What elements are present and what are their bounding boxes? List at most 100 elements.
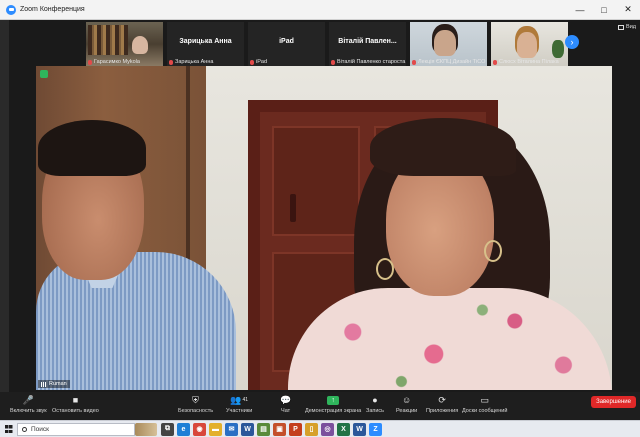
muted-mic-icon: [493, 59, 497, 65]
meeting-toolbar: 🎤 Включить звук ■ Остановить видео ⛨ Без…: [0, 392, 640, 420]
taskbar-search[interactable]: Поиск: [17, 422, 135, 436]
share-screen-label: Демонстрация экрана: [305, 408, 362, 414]
window-controls: — □ ✕: [568, 0, 640, 20]
participant-face: [132, 36, 148, 54]
earring: [376, 258, 394, 280]
participant-caption: Лекція ЄКПЦ Дизайн ТіСО: [412, 59, 485, 65]
explorer-icon[interactable]: ▬: [209, 422, 222, 436]
participant-caption: Гарасимко Mykola: [88, 59, 140, 65]
stop-video-button[interactable]: ■ Остановить видео: [52, 393, 99, 419]
participant-thumbnail[interactable]: Віталій Павлен... Віталій Павленко старо…: [329, 22, 406, 66]
excel-icon[interactable]: X: [337, 422, 350, 436]
participant-caption: iPad: [250, 59, 267, 65]
participant-caption: Зарицька Анна: [169, 59, 213, 65]
speaker-name-tag: Ruman: [38, 380, 70, 388]
encryption-shield-icon[interactable]: [40, 70, 48, 78]
participant-thumbnail[interactable]: Гарасимко Mykola: [86, 22, 163, 66]
chat-button[interactable]: 💬 Чат: [280, 393, 291, 419]
security-button[interactable]: ⛨ Безопасность: [178, 393, 213, 419]
participants-icon: 👥: [230, 394, 242, 405]
woman-hair-top: [370, 118, 516, 176]
record-label: Запись: [366, 408, 385, 414]
plant-background: [552, 40, 564, 58]
grid-view-icon: [618, 24, 625, 30]
whiteboards-label: Доски сообщений: [462, 408, 508, 414]
participants-count: 41: [242, 397, 249, 403]
taskbar-apps: ⧉ e ◉ ▬ ✉ W ▤ ▣ P ▯ ◎ X W Z: [161, 422, 382, 436]
chrome-icon[interactable]: ◉: [193, 422, 206, 436]
mail-icon[interactable]: ✉: [225, 422, 238, 436]
active-speaker-video[interactable]: Ruman: [36, 66, 612, 390]
word-icon[interactable]: W: [241, 422, 254, 436]
share-screen-button[interactable]: ↑ Демонстрация экрана: [305, 393, 361, 419]
unmute-button[interactable]: 🎤 Включить звук: [10, 393, 47, 419]
participant-name: iPad: [256, 59, 268, 65]
maximize-button[interactable]: □: [592, 0, 616, 20]
task-view-icon[interactable]: ⧉: [161, 422, 174, 436]
start-button[interactable]: [0, 421, 17, 437]
zoom-icon[interactable]: Z: [369, 422, 382, 436]
participant-caption: Віталій Павленко староста: [331, 59, 405, 65]
muted-mic-icon: [331, 59, 335, 65]
reactions-button[interactable]: ☺ Реакции: [396, 393, 417, 419]
muted-mic-icon: [412, 59, 416, 65]
participant-name: Віталій Павленко староста: [337, 59, 406, 65]
muted-microphone-icon: 🎤: [22, 394, 34, 405]
security-label: Безопасность: [178, 408, 214, 414]
desktop-edge: [0, 20, 9, 392]
close-button[interactable]: ✕: [616, 0, 640, 20]
participant-thumbnail[interactable]: Зарицька Анна Зарицька Анна: [167, 22, 244, 66]
title-bar: Zoom Конференция — □ ✕: [0, 0, 640, 20]
stop-video-label: Остановить видео: [52, 408, 99, 414]
participant-name: Лекція ЄКПЦ Дизайн ТіСО: [418, 59, 486, 65]
search-icon: [22, 426, 27, 432]
record-button[interactable]: ● Запись: [366, 393, 384, 419]
participant-name: Слюсх Віталина Пілака: [499, 59, 559, 65]
chat-label: Чат: [281, 408, 291, 414]
muted-mic-icon: [169, 59, 173, 65]
participant-thumbnail[interactable]: Слюсх Віталина Пілака: [491, 22, 568, 66]
window-title: Zoom Конференция: [20, 6, 85, 13]
news-widget[interactable]: [135, 422, 157, 436]
participant-name: Зарицька Анна: [175, 59, 214, 65]
participant-center-name: iPad: [279, 38, 294, 45]
tablet-icon[interactable]: ▯: [305, 422, 318, 436]
zoom-window: Zoom Конференция — □ ✕ Гарасимко Mykola …: [0, 0, 640, 437]
participants-icon-wrap: 👥 41: [230, 393, 248, 407]
shield-icon: ⛨: [192, 394, 199, 405]
chat-icon: 💬: [280, 394, 292, 405]
door-handle: [290, 194, 296, 222]
windows-taskbar: Поиск ⧉ e ◉ ▬ ✉ W ▤ ▣ P ▯ ◎ X W Z: [0, 420, 640, 437]
door-panel: [272, 126, 360, 236]
participant-thumbnail[interactable]: iPad iPad: [248, 22, 325, 66]
participant-thumbnail[interactable]: Лекція ЄКПЦ Дизайн ТіСО: [410, 22, 487, 66]
whiteboard-icon: ▭: [480, 394, 489, 405]
participant-face: [517, 32, 537, 58]
participant-center-name: Зарицька Анна: [179, 38, 232, 45]
files-icon[interactable]: ▤: [257, 422, 270, 436]
end-meeting-button[interactable]: Завершение: [591, 396, 636, 408]
share-screen-icon: ↑: [327, 395, 340, 405]
zoom-logo-icon: [6, 4, 16, 15]
earring: [484, 240, 502, 262]
video-camera-icon: ■: [72, 395, 79, 405]
right-margin: [612, 66, 640, 390]
whiteboards-button[interactable]: ▭ Доски сообщений: [462, 393, 507, 419]
next-page-button[interactable]: ›: [565, 35, 579, 49]
minimize-button[interactable]: —: [568, 0, 592, 20]
powerpoint-icon[interactable]: P: [289, 422, 302, 436]
word2-icon[interactable]: W: [353, 422, 366, 436]
apps-label: Приложения: [426, 408, 459, 414]
participants-button[interactable]: 👥 41 Участники: [226, 393, 252, 419]
view-label: Вид: [626, 24, 636, 30]
bookshelf-background: [88, 25, 128, 55]
apps-button[interactable]: ⟳ Приложения: [426, 393, 458, 419]
participant-caption: Слюсх Віталина Пілака: [493, 59, 559, 65]
participant-thumbnails: Гарасимко Mykola Зарицька Анна Зарицька …: [86, 22, 568, 66]
share-icon-wrap: ↑: [327, 393, 340, 407]
photos-icon[interactable]: ▣: [273, 422, 286, 436]
viber-icon[interactable]: ◎: [321, 422, 334, 436]
edge-icon[interactable]: e: [177, 422, 190, 436]
audio-level-icon: [41, 381, 47, 387]
view-button[interactable]: Вид: [618, 24, 636, 30]
